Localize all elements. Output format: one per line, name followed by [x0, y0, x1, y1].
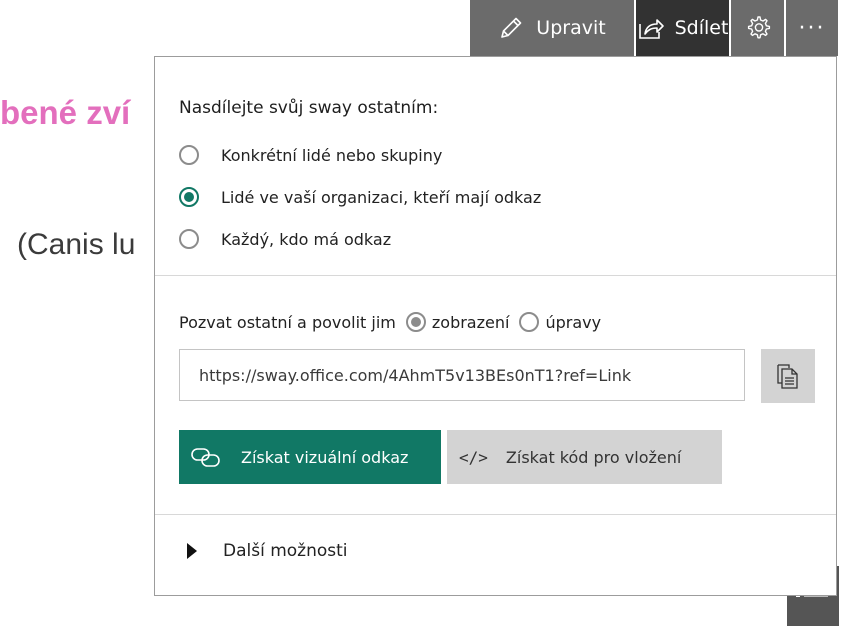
audience-option-label: Konkrétní lidé nebo skupiny — [221, 145, 443, 165]
permission-view-label[interactable]: zobrazení — [432, 313, 510, 332]
more-options-toggle[interactable]: Další možnosti — [187, 541, 348, 561]
audience-option-label: Lidé ve vaší organizaci, kteří mají odka… — [221, 187, 542, 207]
edit-button[interactable]: Upravit — [470, 0, 634, 56]
permission-edit-label[interactable]: úpravy — [545, 313, 601, 332]
get-embed-code-button[interactable]: </> Získat kód pro vložení — [447, 430, 722, 484]
share-icon — [638, 19, 664, 39]
radio-button[interactable] — [179, 229, 199, 249]
share-button[interactable]: Sdílet — [636, 0, 729, 56]
radio-button[interactable] — [179, 145, 199, 165]
audience-option-specific[interactable]: Konkrétní lidé nebo skupiny — [179, 145, 442, 165]
gear-icon — [747, 16, 770, 39]
more-icon: ··· — [798, 15, 826, 41]
link-icon — [191, 448, 220, 467]
permission-view-radio[interactable] — [405, 312, 426, 332]
get-visual-link-label: Získat vizuální odkaz — [241, 447, 409, 467]
audience-option-organization[interactable]: Lidé ve vaší organizaci, kteří mají odka… — [179, 187, 541, 207]
invite-label: Pozvat ostatní a povolit jim — [179, 312, 396, 332]
get-embed-code-label: Získat kód pro vložení — [505, 447, 682, 467]
copy-link-button[interactable] — [761, 349, 815, 403]
share-link-field[interactable] — [179, 349, 745, 401]
more-options-label: Další možnosti — [223, 541, 348, 561]
share-title: Nasdílejte svůj sway ostatním: — [179, 98, 439, 118]
get-visual-link-button[interactable]: Získat vizuální odkaz — [179, 430, 441, 484]
copy-icon — [777, 364, 798, 389]
more-button[interactable]: ··· — [786, 0, 838, 56]
edit-label: Upravit — [536, 17, 606, 39]
section-divider — [155, 275, 836, 276]
audience-option-anyone[interactable]: Každý, kdo má odkaz — [179, 229, 391, 249]
invite-permissions: Pozvat ostatní a povolit jim zobrazení ú… — [179, 312, 601, 332]
code-icon: </> — [459, 447, 488, 467]
share-panel: Nasdílejte svůj sway ostatním: Konkrétní… — [154, 56, 837, 596]
section-divider — [155, 514, 836, 515]
pencil-icon — [501, 17, 522, 38]
top-toolbar: Upravit Sdílet ··· — [470, 0, 838, 56]
radio-button-selected[interactable] — [179, 187, 199, 207]
audience-option-label: Každý, kdo má odkaz — [221, 229, 392, 249]
share-label: Sdílet — [674, 17, 729, 39]
permission-edit-radio[interactable] — [519, 312, 540, 332]
settings-button[interactable] — [731, 0, 784, 56]
sway-subtext: (Canis lu — [17, 228, 136, 261]
sway-heading: bené zví — [0, 94, 131, 131]
expand-arrow-icon — [187, 543, 197, 559]
